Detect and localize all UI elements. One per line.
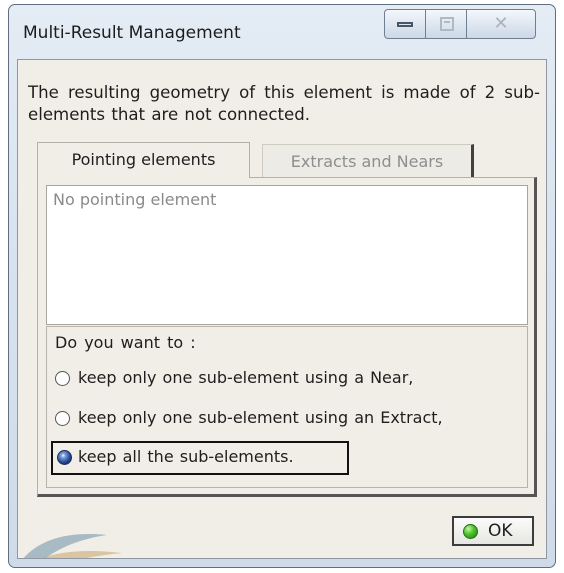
ok-label: OK xyxy=(488,521,513,541)
maximize-icon xyxy=(440,17,454,31)
radio-option-keep-all[interactable]: keep all the sub-elements. xyxy=(51,441,349,475)
app-logo-swoosh xyxy=(23,534,122,558)
radio-button-unchecked[interactable] xyxy=(55,371,70,386)
info-message: The resulting geometry of this element i… xyxy=(28,83,540,124)
pointing-elements-list[interactable]: No pointing element xyxy=(46,185,528,325)
minimize-button[interactable] xyxy=(384,9,426,39)
close-button[interactable]: ✕ xyxy=(466,9,536,39)
dialog-body: The resulting geometry of this element i… xyxy=(17,59,547,559)
window-title: Multi-Result Management xyxy=(23,23,241,43)
options-group: Do you want to : keep only one sub-eleme… xyxy=(46,326,528,488)
radio-label: keep only one sub-element using an Extra… xyxy=(78,408,443,427)
maximize-button[interactable] xyxy=(425,9,467,39)
radio-button-unchecked[interactable] xyxy=(55,411,70,426)
radio-button-checked[interactable] xyxy=(57,450,72,465)
ok-button[interactable]: OK xyxy=(452,516,534,546)
tab-pointing-elements[interactable]: Pointing elements xyxy=(37,142,250,178)
radio-label: keep only one sub-element using a Near, xyxy=(78,368,414,387)
dialog-window: Multi-Result Management ✕ The resulting … xyxy=(8,4,556,568)
title-bar[interactable]: Multi-Result Management ✕ xyxy=(9,5,555,59)
options-question: Do you want to : xyxy=(55,333,196,352)
green-circle-icon xyxy=(463,524,478,539)
minimize-icon xyxy=(397,22,413,27)
empty-list-text: No pointing element xyxy=(53,190,217,209)
tab-extracts-and-nears[interactable]: Extracts and Nears xyxy=(262,144,474,178)
radio-label: keep all the sub-elements. xyxy=(78,447,294,466)
close-icon: ✕ xyxy=(493,13,509,34)
